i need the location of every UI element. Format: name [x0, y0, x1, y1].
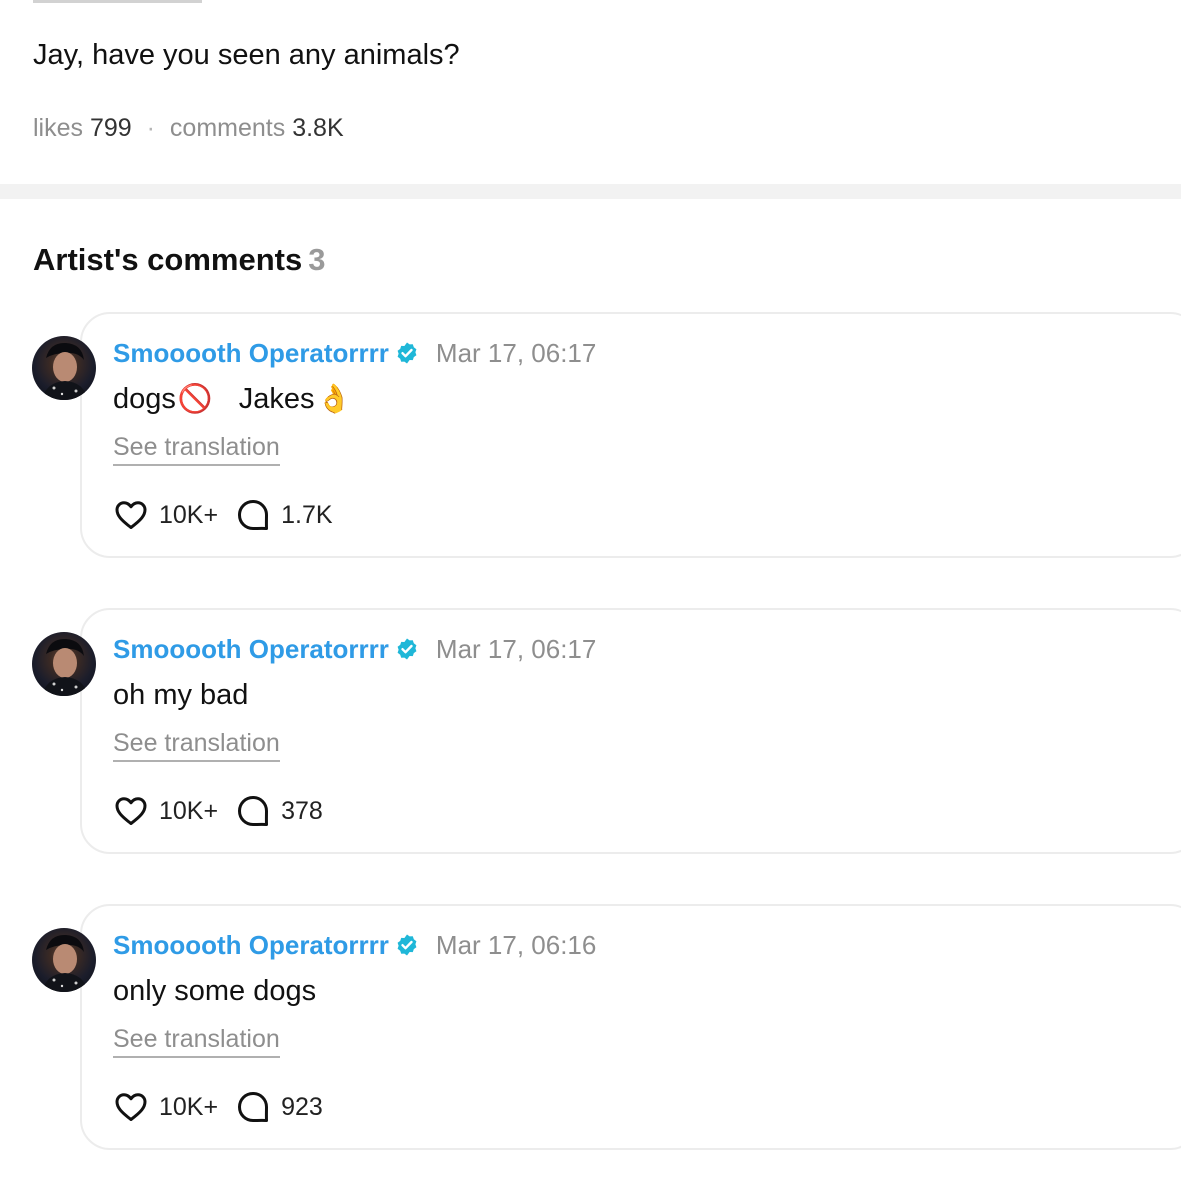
avatar-image — [42, 638, 88, 696]
likes-count: 10K+ — [159, 796, 219, 825]
author-name[interactable]: Smooooth Operatorrrr — [113, 930, 389, 961]
heart-icon[interactable] — [113, 497, 149, 533]
comments-count: 3.8K — [292, 114, 344, 142]
likes-count: 10K+ — [159, 500, 219, 529]
comment-meta: Smooooth Operatorrrr Mar 17, 06:17 — [113, 632, 596, 666]
see-translation-link[interactable]: See translation — [113, 728, 280, 762]
comment-time: Mar 17, 06:16 — [435, 929, 597, 960]
replies-count: 378 — [281, 796, 323, 825]
avatar-image — [42, 934, 88, 992]
likes-count: 10K+ — [159, 1092, 219, 1121]
comment-item: Smooooth Operatorrrr Mar 17, 06:16 only … — [0, 904, 1181, 1154]
ok-hand-emoji: 👌 — [316, 383, 352, 414]
prohibited-emoji: 🚫 — [177, 383, 213, 414]
comment-actions: 10K+ 378 — [113, 793, 340, 829]
verified-badge-icon — [395, 637, 419, 661]
section-divider — [0, 184, 1181, 199]
likes-count: 799 — [89, 114, 132, 142]
speech-bubble-icon[interactable] — [235, 497, 271, 533]
heart-icon[interactable] — [113, 1089, 149, 1125]
post-text: Jay, have you seen any animals? — [33, 39, 460, 71]
comments-label: comments — [169, 114, 286, 142]
verified-badge-icon — [395, 341, 419, 365]
comment-actions: 10K+ 923 — [113, 1089, 340, 1125]
comment-text-part: dogs — [113, 383, 176, 415]
author-name[interactable]: Smooooth Operatorrrr — [113, 338, 389, 369]
comment-time: Mar 17, 06:17 — [435, 337, 597, 368]
comment-time: Mar 17, 06:17 — [435, 633, 597, 664]
section-title: Artist's comments 3 — [33, 242, 325, 278]
comment-actions: 10K+ 1.7K — [113, 497, 350, 533]
see-translation-link[interactable]: See translation — [113, 1024, 280, 1058]
comment-text: only some dogs — [113, 975, 317, 1007]
comment-meta: Smooooth Operatorrrr Mar 17, 06:17 — [113, 336, 596, 370]
avatar[interactable] — [32, 632, 96, 696]
see-translation-link[interactable]: See translation — [113, 432, 280, 466]
speech-bubble-icon[interactable] — [235, 1089, 271, 1125]
comment-text: oh my bad — [113, 679, 249, 711]
section-count: 3 — [308, 242, 326, 277]
comment-item: Smooooth Operatorrrr Mar 17, 06:17 oh my… — [0, 608, 1181, 858]
post-stats: likes 799 · comments 3.8K — [33, 113, 344, 143]
avatar[interactable] — [32, 336, 96, 400]
avatar[interactable] — [32, 928, 96, 992]
avatar-image — [42, 342, 88, 400]
comment-item: Smooooth Operatorrrr Mar 17, 06:17 dogs 🚫… — [0, 312, 1181, 562]
likes-label: likes — [33, 114, 84, 142]
comment-meta: Smooooth Operatorrrr Mar 17, 06:16 — [113, 928, 596, 962]
author-name[interactable]: Smooooth Operatorrrr — [113, 634, 389, 665]
comment-text-part: Jakes — [238, 383, 315, 415]
stats-separator: · — [146, 114, 155, 142]
top-divider-line — [33, 0, 202, 3]
verified-badge-icon — [395, 933, 419, 957]
section-title-text: Artist's comments — [33, 242, 303, 277]
comment-text: dogs 🚫 Jakes 👌 — [113, 382, 351, 416]
heart-icon[interactable] — [113, 793, 149, 829]
replies-count: 923 — [281, 1092, 323, 1121]
speech-bubble-icon[interactable] — [235, 793, 271, 829]
replies-count: 1.7K — [281, 500, 333, 529]
